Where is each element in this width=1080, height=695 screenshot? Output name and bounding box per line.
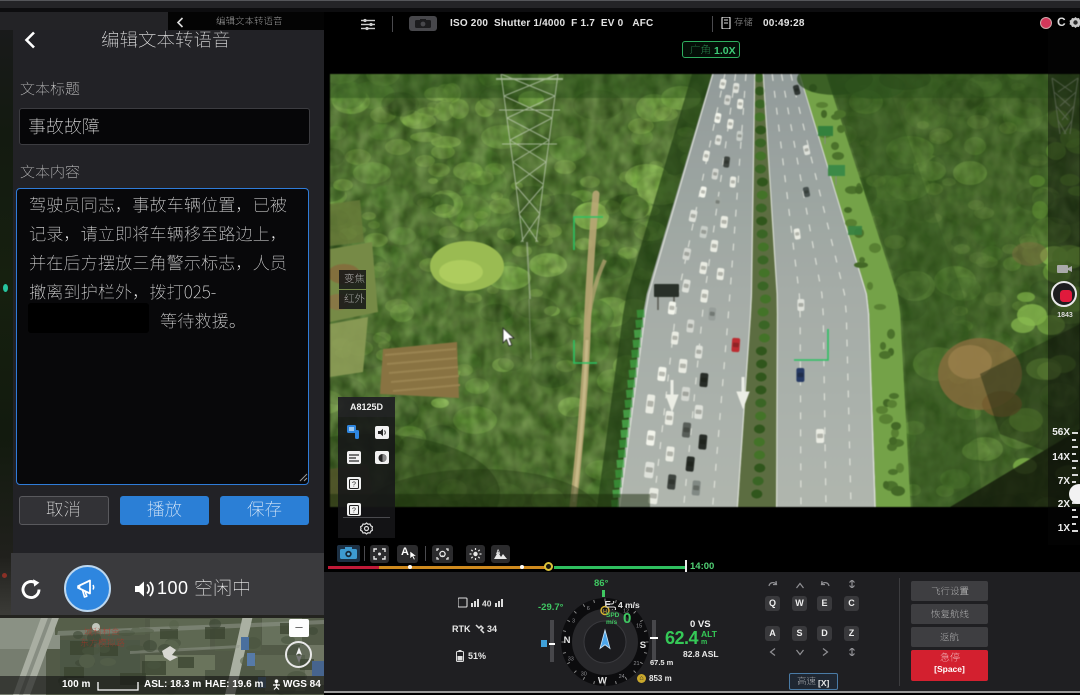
svg-text:?: ? (352, 482, 356, 489)
svg-text:40: 40 (482, 599, 492, 609)
svg-text:21: 21 (633, 661, 639, 667)
svg-text:30: 30 (581, 672, 587, 678)
svg-text:6: 6 (587, 606, 590, 612)
svg-text:15: 15 (636, 623, 642, 629)
svg-text:W: W (598, 675, 607, 686)
svg-text:?: ? (352, 508, 356, 515)
svg-text:24: 24 (619, 674, 625, 680)
svg-text:N: N (564, 635, 571, 646)
svg-text:A: A (496, 550, 501, 556)
svg-text:S: S (640, 640, 646, 651)
svg-text:3: 3 (572, 619, 575, 625)
svg-text:33: 33 (568, 657, 574, 663)
